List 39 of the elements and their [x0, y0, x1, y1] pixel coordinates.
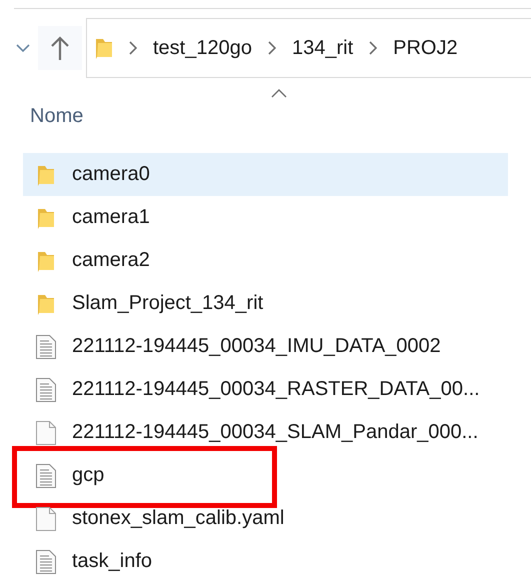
- file-row[interactable]: 221112-194445_00034_RASTER_DATA_00...: [23, 368, 508, 411]
- file-icon: [35, 420, 57, 446]
- address-bar[interactable]: test_120go 134_rit PROJ2: [86, 18, 531, 78]
- breadcrumb-item[interactable]: 134_rit: [292, 36, 354, 60]
- file-name: task_info: [72, 550, 152, 573]
- file-name: camera0: [72, 163, 150, 186]
- breadcrumb-item[interactable]: PROJ2: [393, 36, 458, 60]
- text-file-icon: [35, 462, 57, 488]
- up-arrow-icon: [50, 35, 70, 61]
- text-file-icon: [35, 334, 57, 360]
- file-name: gcp: [72, 464, 104, 487]
- file-row[interactable]: 221112-194445_00034_IMU_DATA_0002: [23, 325, 508, 368]
- file-row[interactable]: 221112-194445_00034_SLAM_Pandar_000...: [23, 411, 508, 454]
- text-file-icon: [35, 548, 57, 574]
- file-name: 221112-194445_00034_IMU_DATA_0002: [72, 335, 441, 358]
- chevron-right-icon: [268, 41, 276, 55]
- file-name: camera1: [72, 206, 150, 229]
- folder-icon: [95, 36, 113, 60]
- file-row[interactable]: camera0: [23, 153, 508, 196]
- chevron-down-icon[interactable]: [14, 44, 32, 52]
- file-name: 221112-194445_00034_RASTER_DATA_00...: [72, 378, 480, 401]
- chevron-right-icon: [369, 41, 378, 55]
- file-name: Slam_Project_134_rit: [72, 292, 264, 315]
- file-row[interactable]: stonex_slam_calib.yaml: [23, 497, 508, 540]
- file-icon: [35, 506, 57, 532]
- file-name: stonex_slam_calib.yaml: [72, 507, 284, 530]
- breadcrumb-item[interactable]: test_120go: [153, 36, 252, 60]
- column-header[interactable]: Nome: [30, 105, 84, 135]
- file-row[interactable]: camera2: [23, 239, 508, 282]
- sort-ascending-icon[interactable]: [271, 89, 287, 98]
- text-file-icon: [35, 376, 57, 402]
- file-row[interactable]: task_info: [23, 540, 508, 582]
- file-name: 221112-194445_00034_SLAM_Pandar_000...: [72, 421, 478, 444]
- up-button[interactable]: [38, 26, 82, 70]
- chevron-right-icon: [129, 41, 137, 55]
- file-row[interactable]: gcp: [23, 454, 508, 497]
- file-name: camera2: [72, 249, 150, 272]
- file-row[interactable]: camera1: [23, 196, 508, 239]
- file-row[interactable]: Slam_Project_134_rit: [23, 282, 508, 325]
